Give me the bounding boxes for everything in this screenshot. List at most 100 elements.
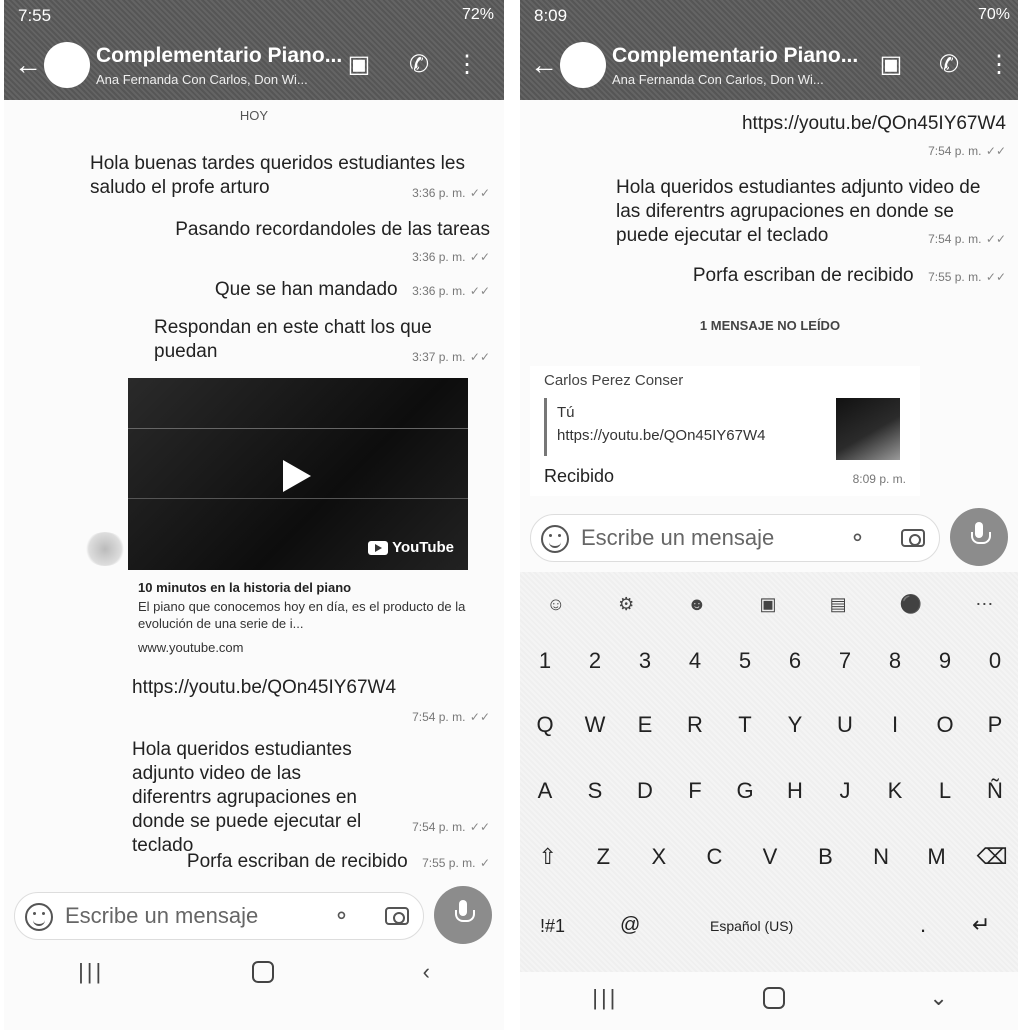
symbols-key[interactable]: !#1: [540, 916, 565, 937]
message-input[interactable]: Escribe un mensaje ⚬: [14, 892, 424, 940]
enter-icon[interactable]: ↵: [972, 912, 990, 938]
message-link[interactable]: https://youtu.be/QOn45IY67W4: [132, 676, 396, 700]
group-avatar[interactable]: [44, 42, 90, 88]
key-x[interactable]: X: [641, 844, 677, 870]
key-i[interactable]: I: [877, 712, 913, 738]
hide-keyboard-icon[interactable]: ⌄: [929, 985, 947, 1011]
key-k[interactable]: K: [877, 778, 913, 804]
voice-input-icon[interactable]: ⚫: [900, 594, 922, 615]
play-icon[interactable]: [283, 460, 311, 492]
key-g[interactable]: G: [727, 778, 763, 804]
group-avatar[interactable]: [560, 42, 606, 88]
key-a[interactable]: A: [527, 778, 563, 804]
sticker-image[interactable]: [84, 532, 126, 566]
recents-icon[interactable]: |||: [78, 959, 104, 985]
key-b[interactable]: B: [808, 844, 844, 870]
backspace-icon[interactable]: ⌫: [974, 844, 1010, 870]
message-bubble[interactable]: Hola queridos estudiantes adjunto video …: [132, 738, 382, 858]
message-bubble[interactable]: Porfa escriban de recibido 7:55 p. m. ✓: [187, 850, 490, 874]
key-2[interactable]: 2: [577, 648, 613, 674]
camera-icon[interactable]: [901, 529, 925, 547]
key-c[interactable]: C: [696, 844, 732, 870]
key-z[interactable]: Z: [585, 844, 621, 870]
message-link[interactable]: https://youtu.be/QOn45IY67W4: [742, 112, 1006, 136]
message-input[interactable]: Escribe un mensaje ⚬: [530, 514, 940, 562]
chat-title[interactable]: Complementario Piano...: [96, 44, 342, 68]
key-e[interactable]: E: [627, 712, 663, 738]
message-bubble[interactable]: Porfa escriban de recibido 7:55 p. m. ✓✓: [693, 264, 1006, 288]
key-t[interactable]: T: [727, 712, 763, 738]
emoji-keyboard-icon[interactable]: ☺: [547, 594, 565, 615]
clipboard-icon[interactable]: ▤: [830, 594, 847, 615]
key-w[interactable]: W: [577, 712, 613, 738]
more-vertical-icon[interactable]: ⋮: [452, 50, 482, 80]
key-4[interactable]: 4: [677, 648, 713, 674]
key-r[interactable]: R: [677, 712, 713, 738]
on-screen-keyboard: ☺ ⚙ ☻ ▣ ▤ ⚫ ⋯ 1 2 3 4 5 6 7 8 9 0 Q W E …: [520, 572, 1018, 972]
phone-icon[interactable]: ✆: [934, 50, 964, 80]
youtube-video-thumbnail[interactable]: YouTube: [128, 378, 468, 570]
key-1[interactable]: 1: [527, 648, 563, 674]
key-l[interactable]: L: [927, 778, 963, 804]
gif-icon[interactable]: ▣: [759, 594, 776, 615]
key-h[interactable]: H: [777, 778, 813, 804]
message-bubble[interactable]: Que se han mandado 3:36 p. m. ✓✓: [215, 278, 490, 302]
link-preview-title[interactable]: 10 minutos en la historia del piano: [138, 580, 351, 595]
message-meta: 7:54 p. m. ✓✓: [402, 708, 490, 726]
nav-back-icon[interactable]: ‹: [423, 959, 430, 985]
key-9[interactable]: 9: [927, 648, 963, 674]
key-5[interactable]: 5: [727, 648, 763, 674]
message-bubble[interactable]: https://youtu.be/QOn45IY67W4: [132, 676, 396, 700]
key-6[interactable]: 6: [777, 648, 813, 674]
key-j[interactable]: J: [827, 778, 863, 804]
space-key[interactable]: Español (US): [710, 918, 793, 934]
key-enye[interactable]: Ñ: [977, 778, 1013, 804]
key-3[interactable]: 3: [627, 648, 663, 674]
key-8[interactable]: 8: [877, 648, 913, 674]
smiley-icon[interactable]: [541, 525, 569, 553]
more-options-icon[interactable]: ⋯: [975, 594, 993, 615]
key-7[interactable]: 7: [827, 648, 863, 674]
quoted-message[interactable]: Tú https://youtu.be/QOn45IY67W4: [544, 398, 914, 460]
home-icon[interactable]: [762, 987, 785, 1009]
microphone-icon[interactable]: [950, 508, 1008, 566]
incoming-message-bubble[interactable]: Carlos Perez Conser Tú https://youtu.be/…: [530, 366, 920, 496]
keyboard-settings-icon[interactable]: ⚙: [618, 594, 634, 615]
message-bubble[interactable]: Pasando recordandoles de las tareas: [175, 218, 490, 242]
chat-title[interactable]: Complementario Piano...: [612, 44, 858, 68]
key-v[interactable]: V: [752, 844, 788, 870]
paperclip-icon[interactable]: ⚬: [843, 522, 874, 553]
back-arrow-icon[interactable]: ←: [530, 50, 560, 80]
read-ticks-icon: ✓✓: [469, 820, 490, 834]
key-n[interactable]: N: [863, 844, 899, 870]
more-vertical-icon[interactable]: ⋮: [984, 50, 1014, 80]
key-0[interactable]: 0: [977, 648, 1013, 674]
video-camera-icon[interactable]: ▣: [876, 50, 906, 80]
sticker-icon[interactable]: ☻: [687, 594, 706, 615]
chat-participants[interactable]: Ana Fernanda Con Carlos, Don Wi...: [612, 72, 824, 87]
phone-icon[interactable]: ✆: [404, 50, 434, 80]
key-p[interactable]: P: [977, 712, 1013, 738]
smiley-icon[interactable]: [25, 903, 53, 931]
camera-icon[interactable]: [385, 907, 409, 925]
key-u[interactable]: U: [827, 712, 863, 738]
key-s[interactable]: S: [577, 778, 613, 804]
key-y[interactable]: Y: [777, 712, 813, 738]
microphone-icon[interactable]: [434, 886, 492, 944]
sender-name[interactable]: Carlos Perez Conser: [544, 372, 683, 389]
back-arrow-icon[interactable]: ←: [14, 50, 44, 80]
period-key[interactable]: .: [920, 912, 926, 938]
key-o[interactable]: O: [927, 712, 963, 738]
key-m[interactable]: M: [919, 844, 955, 870]
chat-participants[interactable]: Ana Fernanda Con Carlos, Don Wi...: [96, 72, 308, 87]
at-key[interactable]: @: [620, 914, 640, 937]
home-icon[interactable]: [252, 961, 275, 983]
shift-icon[interactable]: ⇧: [530, 844, 566, 870]
key-f[interactable]: F: [677, 778, 713, 804]
key-d[interactable]: D: [627, 778, 663, 804]
recents-icon[interactable]: |||: [592, 985, 618, 1011]
key-q[interactable]: Q: [527, 712, 563, 738]
paperclip-icon[interactable]: ⚬: [327, 900, 358, 931]
video-camera-icon[interactable]: ▣: [344, 50, 374, 80]
message-bubble[interactable]: https://youtu.be/QOn45IY67W4: [742, 112, 1006, 136]
